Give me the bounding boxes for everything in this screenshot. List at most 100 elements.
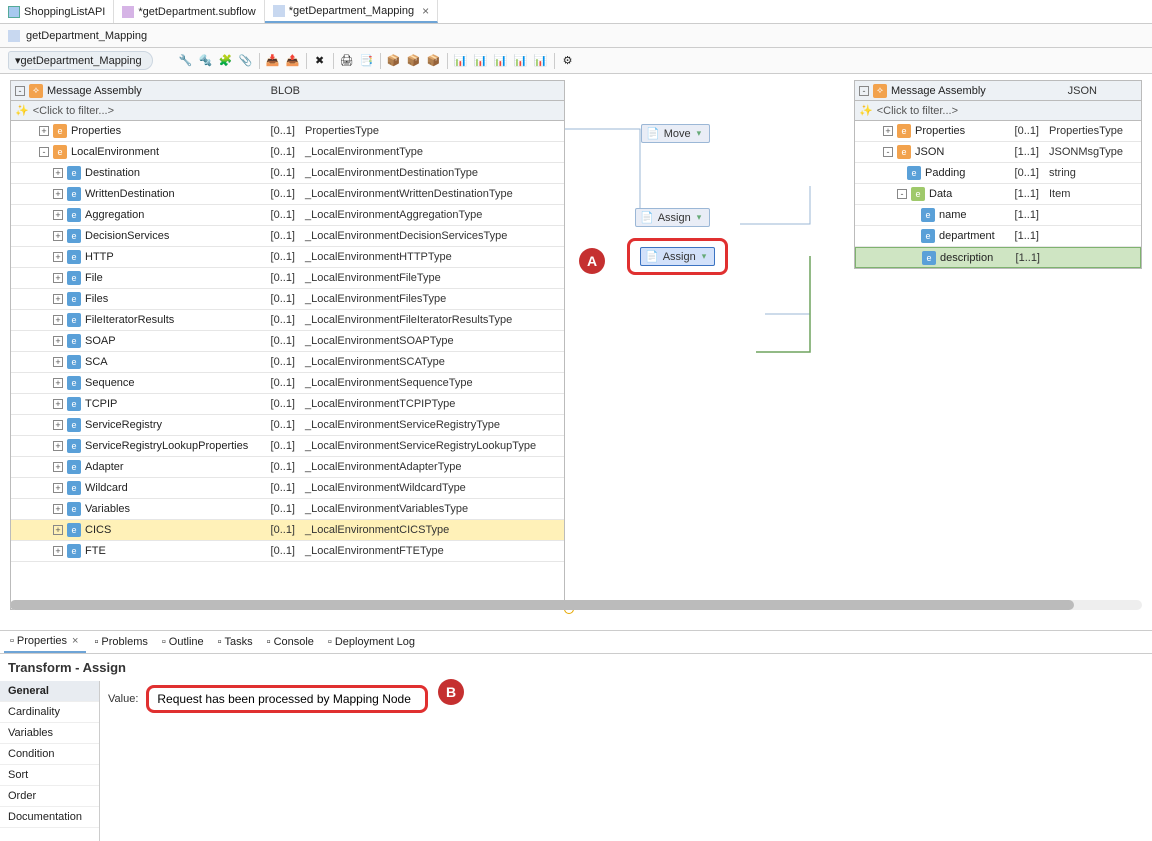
bottom-tab[interactable]: ▫Outline: [156, 631, 210, 653]
toolbar-btn-18[interactable]: ⚙: [559, 52, 577, 70]
tree-row[interactable]: +eFiles[0..1]_LocalEnvironmentFilesType: [11, 289, 564, 310]
close-icon[interactable]: ×: [422, 4, 429, 18]
properties-side-tab[interactable]: Order: [0, 786, 99, 807]
tree-row[interactable]: +eSequence[0..1]_LocalEnvironmentSequenc…: [11, 373, 564, 394]
expander-icon[interactable]: +: [53, 336, 63, 346]
tree-row[interactable]: -eLocalEnvironment[0..1]_LocalEnvironmen…: [11, 142, 564, 163]
tree-row[interactable]: +eHTTP[0..1]_LocalEnvironmentHTTPType: [11, 247, 564, 268]
expander-icon[interactable]: +: [53, 399, 63, 409]
tree-row[interactable]: +eDestination[0..1]_LocalEnvironmentDest…: [11, 163, 564, 184]
expander-icon[interactable]: +: [53, 210, 63, 220]
expander-icon[interactable]: +: [53, 504, 63, 514]
editor-tab[interactable]: *getDepartment.subflow: [114, 0, 264, 23]
properties-side-tab[interactable]: Cardinality: [0, 702, 99, 723]
toolbar-btn-3[interactable]: 🧩: [217, 52, 235, 70]
expander-icon[interactable]: +: [53, 189, 63, 199]
expander-icon[interactable]: +: [53, 525, 63, 535]
expander-icon[interactable]: +: [53, 357, 63, 367]
editor-tab[interactable]: ShoppingListAPI: [0, 0, 114, 23]
editor-tab[interactable]: *getDepartment_Mapping×: [265, 0, 438, 23]
bottom-tab[interactable]: ▫Properties×: [4, 631, 86, 653]
tree-row[interactable]: +eProperties[0..1]PropertiesType: [11, 121, 564, 142]
tree-row[interactable]: +eFTE[0..1]_LocalEnvironmentFTEType: [11, 541, 564, 562]
tree-row[interactable]: +eSOAP[0..1]_LocalEnvironmentSOAPType: [11, 331, 564, 352]
tree-row[interactable]: +eProperties[0..1]PropertiesType: [855, 121, 1141, 142]
properties-side-tab[interactable]: Variables: [0, 723, 99, 744]
tree-row[interactable]: ename[1..1]: [855, 205, 1141, 226]
toolbar-btn-15[interactable]: 📊: [492, 52, 510, 70]
properties-side-tab[interactable]: General: [0, 681, 99, 702]
tree-row[interactable]: +eServiceRegistryLookupProperties[0..1]_…: [11, 436, 564, 457]
target-tree[interactable]: +eProperties[0..1]PropertiesType-eJSON[1…: [855, 121, 1141, 268]
collapse-icon[interactable]: -: [15, 86, 25, 96]
op-assign-1[interactable]: 📄 Assign▾: [635, 208, 710, 227]
bottom-tab[interactable]: ▫Problems: [88, 631, 153, 653]
toolbar-btn-5[interactable]: 📥: [264, 52, 282, 70]
toolbar-btn-del[interactable]: ✖: [311, 52, 329, 70]
source-tree[interactable]: +eProperties[0..1]PropertiesType-eLocalE…: [11, 121, 564, 562]
tree-row[interactable]: +eAggregation[0..1]_LocalEnvironmentAggr…: [11, 205, 564, 226]
tree-row[interactable]: +eFileIteratorResults[0..1]_LocalEnviron…: [11, 310, 564, 331]
toolbar-btn-10[interactable]: 📦: [385, 52, 403, 70]
tree-row[interactable]: edescription[1..1]: [855, 247, 1141, 268]
tree-row[interactable]: +eWildcard[0..1]_LocalEnvironmentWildcar…: [11, 478, 564, 499]
filter-input[interactable]: <Click to filter...>: [877, 105, 958, 117]
op-assign-2[interactable]: 📄 Assign▾: [640, 247, 715, 266]
properties-side-tab[interactable]: Condition: [0, 744, 99, 765]
toolbar-btn-12[interactable]: 📦: [425, 52, 443, 70]
expander-icon[interactable]: -: [883, 147, 893, 157]
toolbar-btn-17[interactable]: 📊: [532, 52, 550, 70]
bottom-tab[interactable]: ▫Tasks: [212, 631, 259, 653]
expander-icon[interactable]: +: [53, 294, 63, 304]
close-icon[interactable]: ×: [70, 635, 80, 647]
expander-icon[interactable]: +: [883, 126, 893, 136]
tree-row[interactable]: +eDecisionServices[0..1]_LocalEnvironmen…: [11, 226, 564, 247]
tree-row[interactable]: -eData[1..1]Item: [855, 184, 1141, 205]
expander-icon[interactable]: +: [53, 315, 63, 325]
tree-row[interactable]: +eWrittenDestination[0..1]_LocalEnvironm…: [11, 184, 564, 205]
tree-row[interactable]: +eSCA[0..1]_LocalEnvironmentSCAType: [11, 352, 564, 373]
expander-icon[interactable]: +: [53, 441, 63, 451]
tree-row[interactable]: edepartment[1..1]: [855, 226, 1141, 247]
tree-row[interactable]: +eAdapter[0..1]_LocalEnvironmentAdapterT…: [11, 457, 564, 478]
toolbar-btn-16[interactable]: 📊: [512, 52, 530, 70]
expander-icon[interactable]: +: [53, 420, 63, 430]
tree-row[interactable]: +eTCPIP[0..1]_LocalEnvironmentTCPIPType: [11, 394, 564, 415]
expander-icon[interactable]: +: [53, 546, 63, 556]
tree-row[interactable]: +eVariables[0..1]_LocalEnvironmentVariab…: [11, 499, 564, 520]
toolbar-btn-8[interactable]: 🖨: [338, 52, 356, 70]
horizontal-scrollbar[interactable]: [10, 600, 1142, 610]
expander-icon[interactable]: +: [53, 168, 63, 178]
properties-side-tab[interactable]: Documentation: [0, 807, 99, 828]
toolbar-btn-6[interactable]: 📤: [284, 52, 302, 70]
toolbar-btn-11[interactable]: 📦: [405, 52, 423, 70]
toolbar-btn-13[interactable]: 📊: [452, 52, 470, 70]
value-input[interactable]: [157, 692, 417, 706]
op-move[interactable]: 📄 Move▾: [641, 124, 710, 143]
properties-side-tab[interactable]: Sort: [0, 765, 99, 786]
bottom-tab[interactable]: ▫Deployment Log: [322, 631, 421, 653]
expander-icon[interactable]: +: [53, 462, 63, 472]
expander-icon[interactable]: -: [897, 189, 907, 199]
filter-input[interactable]: <Click to filter...>: [33, 105, 114, 117]
toolbar-crumb[interactable]: ▾getDepartment_Mapping: [8, 51, 153, 70]
tree-row[interactable]: +eCICS[0..1]_LocalEnvironmentCICSType: [11, 520, 564, 541]
tree-row[interactable]: +eServiceRegistry[0..1]_LocalEnvironment…: [11, 415, 564, 436]
expander-icon[interactable]: -: [39, 147, 49, 157]
expander-icon[interactable]: +: [53, 378, 63, 388]
bottom-tab[interactable]: ▫Console: [261, 631, 320, 653]
tree-row[interactable]: ePadding[0..1]string: [855, 163, 1141, 184]
toolbar-btn-1[interactable]: 🔧: [177, 52, 195, 70]
toolbar-btn-14[interactable]: 📊: [472, 52, 490, 70]
toolbar-btn-2[interactable]: 🔩: [197, 52, 215, 70]
expander-icon[interactable]: +: [39, 126, 49, 136]
expander-icon[interactable]: +: [53, 483, 63, 493]
toolbar-btn-9[interactable]: 📑: [358, 52, 376, 70]
collapse-icon[interactable]: -: [859, 86, 869, 96]
expander-icon[interactable]: +: [53, 252, 63, 262]
expander-icon[interactable]: +: [53, 231, 63, 241]
tree-row[interactable]: +eFile[0..1]_LocalEnvironmentFileType: [11, 268, 564, 289]
tree-row[interactable]: -eJSON[1..1]JSONMsgType: [855, 142, 1141, 163]
expander-icon[interactable]: +: [53, 273, 63, 283]
toolbar-btn-4[interactable]: 📎: [237, 52, 255, 70]
